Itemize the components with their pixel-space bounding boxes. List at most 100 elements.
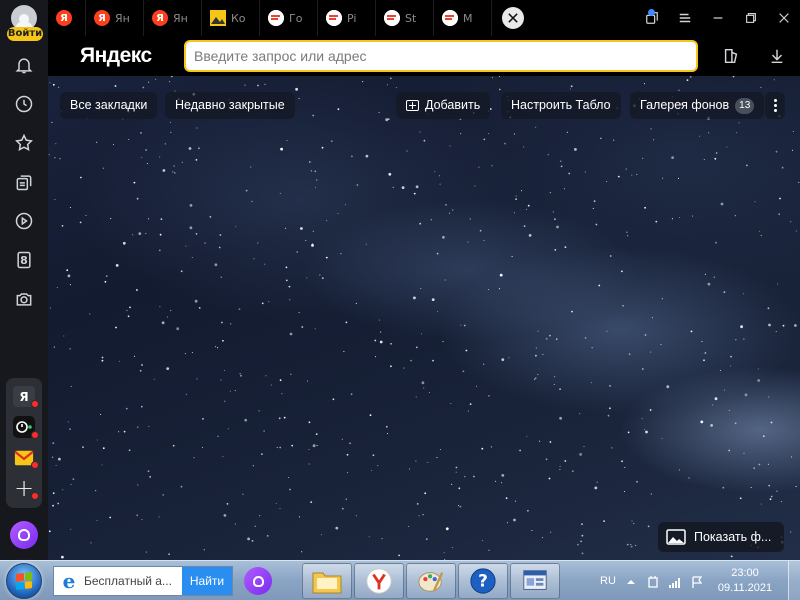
collections-icon[interactable] <box>9 167 39 197</box>
music-app-icon[interactable] <box>13 416 39 439</box>
clock-time: 23:00 <box>731 567 759 579</box>
alice-icon <box>252 575 264 587</box>
tabs-panel-button[interactable] <box>635 0 668 36</box>
video-icon[interactable] <box>9 206 39 236</box>
site-favicon-icon <box>268 10 284 26</box>
login-badge[interactable]: Войти <box>7 27 43 41</box>
show-background-button[interactable]: Показать ф... <box>658 522 784 552</box>
customize-tableau-button[interactable]: Настроить Табло <box>501 92 621 119</box>
yandex-app-glyph: Я <box>19 389 29 404</box>
control-panel-icon <box>523 570 547 590</box>
tab-title: Ко <box>231 11 246 25</box>
taskbar-help[interactable]: ? <box>458 563 508 599</box>
background-gallery-button[interactable]: Галерея фонов 13 <box>630 92 765 119</box>
tab-bar: Я Я Ян Я Ян Ко Го Pi St M <box>48 0 800 36</box>
network-signal-icon[interactable] <box>668 574 682 588</box>
restore-button[interactable] <box>734 0 767 36</box>
action-center-flag-icon[interactable] <box>690 574 704 588</box>
profile-button[interactable]: Войти <box>4 5 44 41</box>
toolbar-right <box>708 36 800 76</box>
taskbar-yandex-browser[interactable] <box>354 563 404 599</box>
window-controls <box>635 0 800 36</box>
more-options-button[interactable] <box>765 92 785 119</box>
download-icon <box>771 49 783 64</box>
recently-closed-label: Недавно закрытые <box>175 98 285 112</box>
screenshot-icon[interactable] <box>9 284 39 314</box>
tab-title: Го <box>289 11 303 25</box>
downloads-button[interactable] <box>754 36 800 76</box>
taskbar-control-panel[interactable] <box>510 563 560 599</box>
sidebar-apps-panel: Я + <box>6 378 42 508</box>
tray-expand-icon[interactable] <box>566 574 580 588</box>
alice-assistant-button[interactable] <box>10 521 38 549</box>
taskbar-explorer[interactable] <box>302 563 352 599</box>
add-label: Добавить <box>425 98 481 112</box>
close-icon <box>508 13 518 23</box>
taskbar-search[interactable]: e Найти <box>53 566 233 596</box>
ya-favicon-icon: Я <box>152 10 168 26</box>
taskbar-search-input[interactable] <box>84 574 184 588</box>
start-button[interactable] <box>6 563 42 599</box>
site-favicon-icon <box>326 10 342 26</box>
language-indicator[interactable]: RU <box>600 575 616 587</box>
counter-value: 8 <box>20 253 28 267</box>
protect-button[interactable] <box>708 36 754 76</box>
yandex-app-icon[interactable]: Я <box>13 386 39 408</box>
chevron-up-icon[interactable] <box>624 574 638 588</box>
ie-icon: e <box>62 569 76 593</box>
tab-title: Ян <box>173 11 188 25</box>
clock[interactable]: 23:00 09.11.2021 <box>705 566 785 596</box>
tab-2[interactable]: Я Ян <box>144 0 202 36</box>
counter-icon[interactable]: 8 <box>9 245 39 275</box>
clock-date: 09.11.2021 <box>717 582 773 594</box>
address-input[interactable] <box>194 48 696 64</box>
tab-6[interactable]: St <box>376 0 434 36</box>
help-icon: ? <box>470 568 496 594</box>
address-row: Яндекс <box>48 36 800 76</box>
menu-button[interactable] <box>668 0 701 36</box>
tab-0[interactable]: Я <box>48 0 86 36</box>
alice-icon <box>18 529 30 541</box>
minimize-button[interactable] <box>701 0 734 36</box>
ya-favicon-icon: Я <box>56 10 72 26</box>
image-icon <box>666 529 686 545</box>
taskbar-paint[interactable] <box>406 563 456 599</box>
mail-app-icon[interactable] <box>13 447 39 469</box>
tab-title: Pi <box>347 11 357 25</box>
usb-device-icon[interactable] <box>646 574 660 588</box>
gallery-label: Галерея фонов <box>640 98 730 112</box>
image-favicon-icon <box>210 10 226 26</box>
add-button[interactable]: Добавить <box>396 92 491 119</box>
stars-layer <box>48 75 800 560</box>
tab-1[interactable]: Я Ян <box>86 0 144 36</box>
windows-logo-icon <box>16 572 32 590</box>
tab-3[interactable]: Ко <box>202 0 260 36</box>
star-icon[interactable] <box>9 128 39 158</box>
recently-closed-button[interactable]: Недавно закрытые <box>165 92 295 119</box>
history-icon[interactable] <box>9 89 39 119</box>
paint-icon <box>418 572 444 592</box>
tab-5[interactable]: Pi <box>318 0 376 36</box>
windows-taskbar: e Найти ? RU 23:0 <box>0 560 800 600</box>
folder-icon <box>312 572 342 594</box>
show-desktop-button[interactable] <box>788 561 800 600</box>
close-window-button[interactable] <box>767 0 800 36</box>
tab-7[interactable]: M <box>434 0 492 36</box>
yandex-logo[interactable]: Яндекс <box>80 44 184 68</box>
close-tab-button[interactable] <box>502 7 524 29</box>
taskbar-alice-button[interactable] <box>244 567 272 595</box>
menu-notification-dot <box>648 9 655 16</box>
address-bar[interactable] <box>184 40 698 72</box>
all-bookmarks-button[interactable]: Все закладки <box>60 92 158 119</box>
add-icon <box>406 100 419 111</box>
close-icon <box>778 13 789 23</box>
customize-label: Настроить Табло <box>511 98 611 112</box>
tab-4[interactable]: Го <box>260 0 318 36</box>
system-tray: RU <box>566 561 704 600</box>
add-app-icon[interactable]: + <box>13 476 39 500</box>
svg-text:?: ? <box>478 571 488 591</box>
yandex-browser-icon <box>366 568 392 594</box>
bell-icon[interactable] <box>9 50 39 80</box>
gallery-count-badge: 13 <box>735 97 755 114</box>
find-button[interactable]: Найти <box>182 567 232 595</box>
